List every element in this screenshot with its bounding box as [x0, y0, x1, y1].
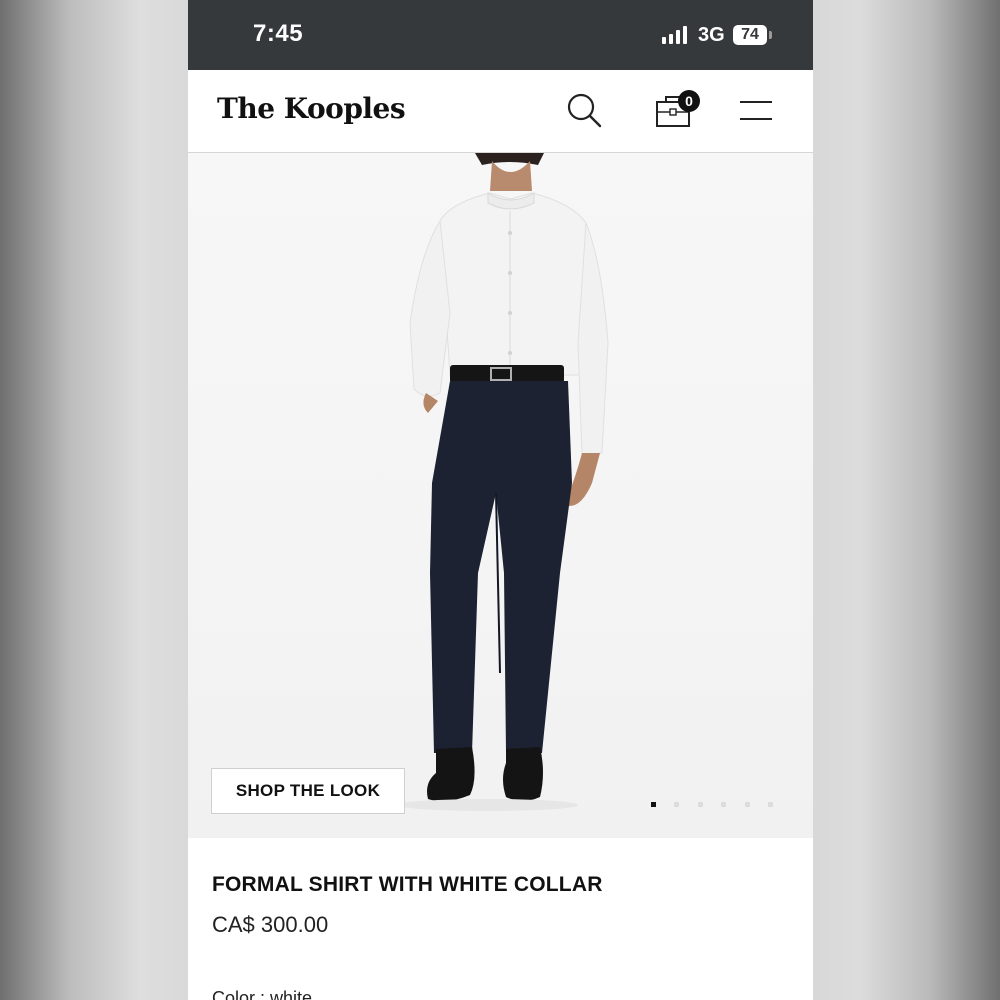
site-header: The Kooples 0: [188, 70, 813, 153]
battery-nub: [769, 31, 772, 39]
gallery-dot[interactable]: [768, 802, 773, 807]
product-image[interactable]: SHOP THE LOOK: [188, 153, 813, 838]
model-photo: [398, 153, 609, 811]
battery-icon: 74: [733, 25, 767, 45]
brand-logo[interactable]: The Kooples: [217, 92, 406, 125]
gallery-pagination: [651, 802, 781, 810]
gallery-dot[interactable]: [651, 802, 656, 807]
search-button[interactable]: [566, 92, 602, 128]
network-type: 3G: [698, 24, 725, 46]
gallery-dot[interactable]: [674, 802, 679, 807]
search-icon: [567, 93, 602, 128]
status-time: 7:45: [253, 20, 304, 47]
shop-the-look-button[interactable]: SHOP THE LOOK: [211, 768, 405, 814]
product-price: CA$ 300.00: [212, 912, 329, 937]
hamburger-menu-icon: [740, 101, 772, 103]
bag-count-badge: 0: [678, 90, 700, 112]
color-label: Color : white: [212, 988, 313, 1000]
gallery-dot[interactable]: [745, 802, 750, 807]
phone-screen: 7:45 3G 74 The Kooples 0 SHOP THE LOOK F…: [188, 0, 813, 1000]
gallery-dot[interactable]: [721, 802, 726, 807]
status-bar: 7:45 3G 74: [188, 0, 813, 70]
product-title: FORMAL SHIRT WITH WHITE COLLAR: [212, 873, 603, 896]
gallery-dot[interactable]: [698, 802, 703, 807]
menu-button[interactable]: [740, 98, 774, 124]
signal-bars-icon: [662, 26, 690, 44]
